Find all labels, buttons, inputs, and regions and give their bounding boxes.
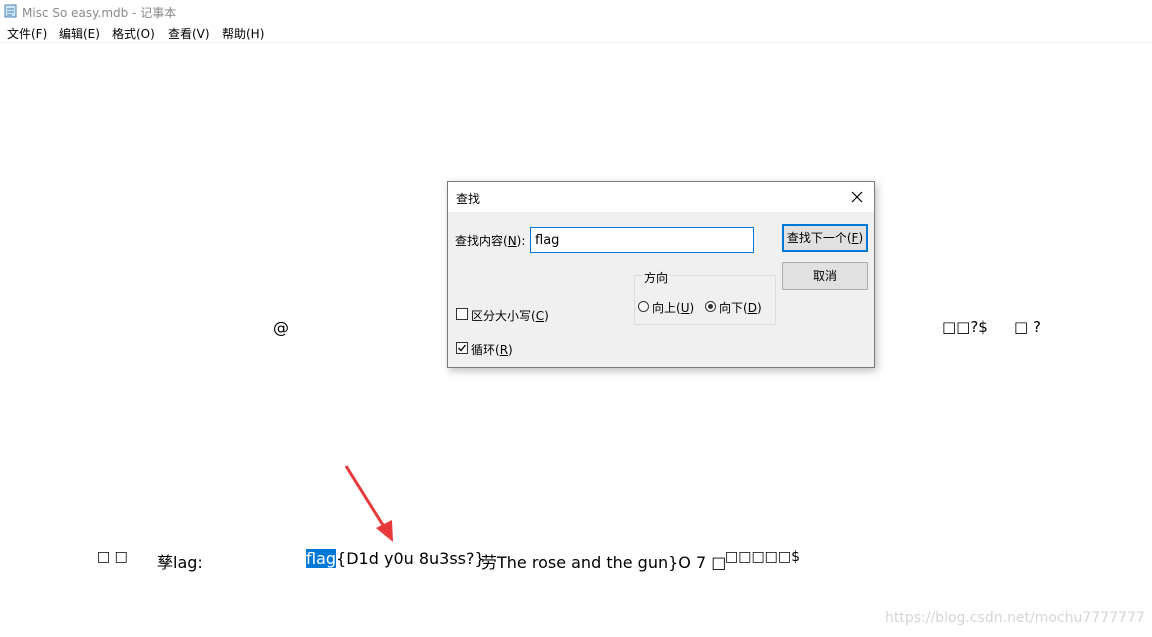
find-what-label: 查找内容(N):	[455, 234, 526, 248]
radio-up-label: 向上(U)	[652, 301, 695, 315]
text-at-sign: @	[273, 318, 289, 337]
text-right-1: □□?$	[942, 318, 988, 336]
window-titlebar: Misc So easy.mdb - 记事本	[0, 0, 1152, 22]
radio-down-label: 向下(D)	[719, 301, 762, 315]
text-tail: □□□□□$	[725, 549, 801, 565]
direction-label: 方向	[642, 269, 671, 286]
checkmark-icon	[458, 344, 467, 352]
text-lag: 孳lag:	[157, 553, 203, 572]
selected-match: flag	[306, 549, 337, 568]
menu-file[interactable]: 文件(F)	[7, 25, 47, 42]
match-case-label: 区分大小写(C)	[471, 309, 549, 323]
menu-bar: 文件(F) 编辑(E) 格式(O) 查看(V) 帮助(H)	[0, 22, 1152, 43]
text-boxes: □ □	[97, 549, 128, 565]
dialog-titlebar[interactable]: 查找	[448, 182, 874, 212]
menu-format[interactable]: 格式(O)	[112, 25, 155, 42]
menu-help[interactable]: 帮助(H)	[222, 25, 264, 42]
menu-view[interactable]: 查看(V)	[168, 25, 210, 42]
dialog-title: 查找	[456, 192, 481, 206]
red-arrow-annotation	[344, 465, 393, 542]
wrap-around-checkbox[interactable]	[456, 342, 468, 354]
radio-up[interactable]	[638, 301, 649, 312]
text-rose: 劳The rose and the gun}O 7 □	[481, 553, 727, 572]
watermark: https://blog.csdn.net/mochu7777777	[885, 610, 1145, 626]
close-icon[interactable]	[848, 188, 866, 206]
cancel-button[interactable]: 取消	[782, 262, 868, 290]
window-title: Misc So easy.mdb - 记事本	[22, 6, 177, 20]
radio-down[interactable]	[705, 301, 716, 312]
find-what-input[interactable]	[530, 227, 754, 253]
match-case-checkbox[interactable]	[456, 308, 468, 320]
find-dialog: 查找 查找内容(N): 查找下一个(F) 取消 方向 向上(U) 向下(D) 区…	[447, 181, 875, 368]
find-next-button[interactable]: 查找下一个(F)	[782, 224, 868, 252]
wrap-around-label: 循环(R)	[471, 343, 513, 357]
text-right-2: □ ?	[1014, 318, 1041, 336]
menu-edit[interactable]: 编辑(E)	[59, 25, 100, 42]
notepad-icon	[4, 4, 17, 18]
